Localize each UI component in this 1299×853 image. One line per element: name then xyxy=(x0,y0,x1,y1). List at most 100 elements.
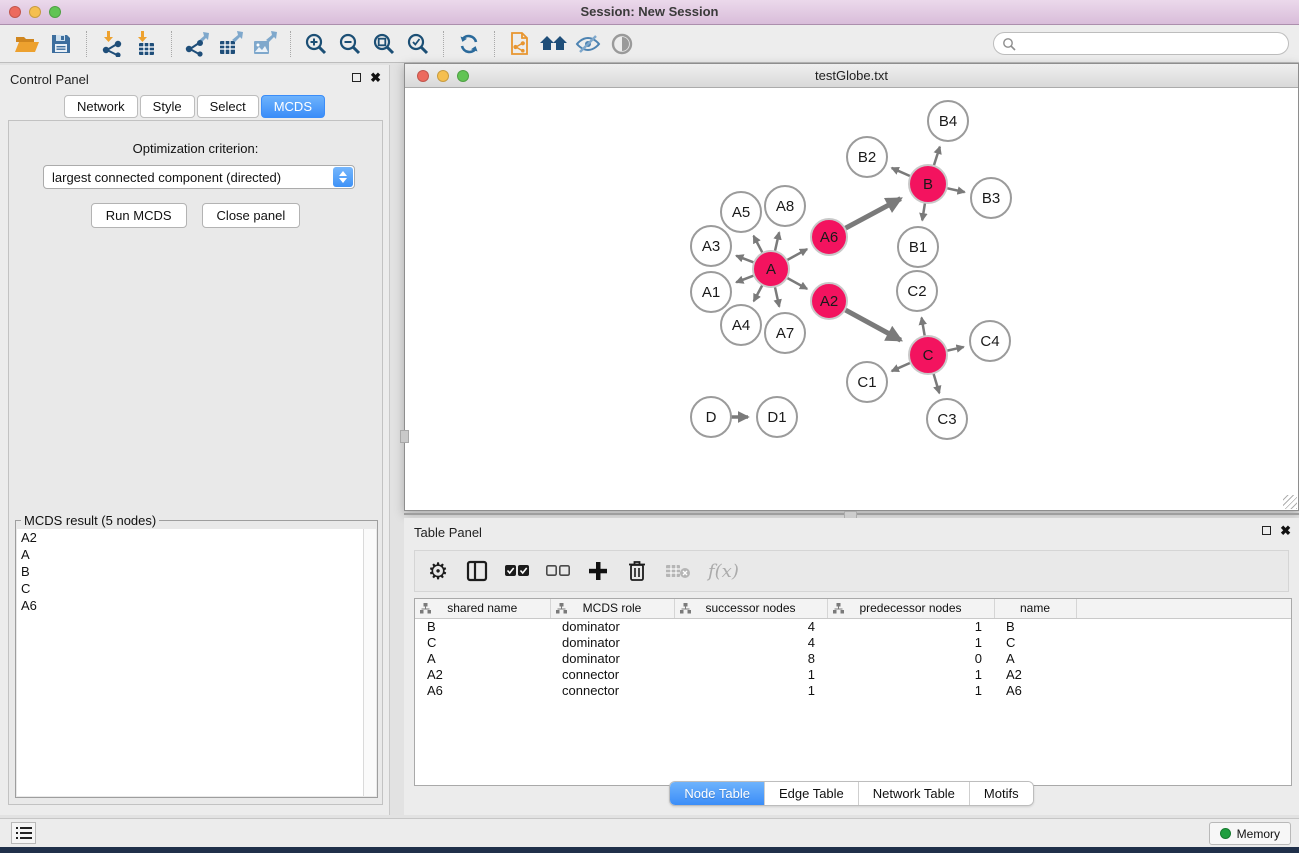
table-cell[interactable]: 1 xyxy=(674,666,827,682)
mcds-result-item[interactable]: C xyxy=(17,580,376,597)
edge-A6-B[interactable] xyxy=(843,199,901,230)
open-session-file-icon[interactable] xyxy=(503,29,537,59)
deselect-all-icon[interactable] xyxy=(546,558,570,584)
mcds-result-item[interactable]: A2 xyxy=(17,529,376,546)
table-cell[interactable]: 1 xyxy=(827,634,994,650)
table-cell[interactable]: A xyxy=(994,650,1076,666)
edge-B-B2[interactable] xyxy=(892,168,913,177)
export-network-icon[interactable] xyxy=(180,29,214,59)
mcds-result-item[interactable]: A6 xyxy=(17,597,376,614)
table-cell[interactable]: B xyxy=(415,618,550,634)
table-cell[interactable]: A2 xyxy=(415,666,550,682)
table-cell[interactable]: dominator xyxy=(550,634,674,650)
add-column-icon[interactable] xyxy=(587,558,609,584)
table-cell[interactable]: 1 xyxy=(827,666,994,682)
mcds-result-item[interactable]: A xyxy=(17,546,376,563)
show-selected-icon[interactable] xyxy=(605,29,639,59)
edge-A-A6[interactable] xyxy=(785,249,807,261)
edge-C-C2[interactable] xyxy=(922,318,926,339)
export-image-icon[interactable] xyxy=(248,29,282,59)
resize-grip[interactable] xyxy=(1283,495,1297,509)
tab-edge-table[interactable]: Edge Table xyxy=(765,782,859,805)
tab-mcds[interactable]: MCDS xyxy=(261,95,325,118)
close-panel-button[interactable]: Close panel xyxy=(202,203,301,228)
edge-B-B3[interactable] xyxy=(945,188,965,192)
edge-A-A3[interactable] xyxy=(736,256,756,264)
table-cell[interactable]: 1 xyxy=(674,682,827,698)
network-canvas[interactable]: B4B2BB3A8A5A6B1A3AC2A1A2A4A7C4CC1C3DD1 xyxy=(405,88,1298,510)
table-row[interactable]: A2connector11A2 xyxy=(415,666,1291,682)
float-table-panel-icon[interactable] xyxy=(1262,526,1271,535)
search-input[interactable] xyxy=(1016,35,1288,53)
table-row[interactable]: A6connector11A6 xyxy=(415,682,1291,698)
mcds-result-item[interactable]: B xyxy=(17,563,376,580)
table-cell[interactable]: A6 xyxy=(994,682,1076,698)
edge-A-A2[interactable] xyxy=(785,277,807,289)
tab-network[interactable]: Network xyxy=(64,95,138,118)
table-cell[interactable]: connector xyxy=(550,666,674,682)
float-panel-icon[interactable] xyxy=(352,73,361,82)
network-window-titlebar[interactable]: testGlobe.txt xyxy=(405,64,1298,88)
table-row[interactable]: Adominator80A xyxy=(415,650,1291,666)
column-header-shared-name[interactable]: shared name xyxy=(415,599,550,618)
zoom-in-icon[interactable] xyxy=(299,29,333,59)
tab-motifs[interactable]: Motifs xyxy=(970,782,1033,805)
show-all-networks-icon[interactable] xyxy=(537,29,571,59)
search-box[interactable] xyxy=(993,32,1289,55)
zoom-out-icon[interactable] xyxy=(333,29,367,59)
edge-A-A8[interactable] xyxy=(774,232,779,253)
table-cell[interactable]: connector xyxy=(550,682,674,698)
tab-style[interactable]: Style xyxy=(140,95,195,118)
table-cell[interactable]: 1 xyxy=(827,618,994,634)
column-header-predecessor-nodes[interactable]: predecessor nodes xyxy=(827,599,994,618)
table-cell[interactable]: dominator xyxy=(550,650,674,666)
refresh-icon[interactable] xyxy=(452,29,486,59)
vertical-splitter-handle[interactable] xyxy=(400,430,409,443)
criterion-select[interactable]: largest connected component (directed) xyxy=(43,165,355,189)
import-table-icon[interactable] xyxy=(129,29,163,59)
table-cell[interactable]: A2 xyxy=(994,666,1076,682)
column-header-MCDS-role[interactable]: MCDS role xyxy=(550,599,674,618)
edge-A-A1[interactable] xyxy=(736,275,756,283)
mcds-list-scrollbar[interactable] xyxy=(363,529,376,796)
tab-node-table[interactable]: Node Table xyxy=(670,782,765,805)
mcds-result-list[interactable]: A2ABCA6 xyxy=(17,529,376,796)
save-icon[interactable] xyxy=(44,29,78,59)
export-table-icon[interactable] xyxy=(214,29,248,59)
column-header-successor-nodes[interactable]: successor nodes xyxy=(674,599,827,618)
table-cell[interactable]: 1 xyxy=(827,682,994,698)
table-options-gear-icon[interactable]: ⚙ xyxy=(427,558,449,584)
run-mcds-button[interactable]: Run MCDS xyxy=(91,203,187,228)
import-network-icon[interactable] xyxy=(95,29,129,59)
table-cell[interactable]: A6 xyxy=(415,682,550,698)
column-header-name[interactable]: name xyxy=(994,599,1076,618)
select-all-icon[interactable] xyxy=(505,558,529,584)
table-cell[interactable]: C xyxy=(994,634,1076,650)
table-row[interactable]: Bdominator41B xyxy=(415,618,1291,634)
table-cell[interactable]: A xyxy=(415,650,550,666)
hide-selected-icon[interactable] xyxy=(571,29,605,59)
table-cell[interactable]: B xyxy=(994,618,1076,634)
task-history-button[interactable] xyxy=(11,822,36,844)
edge-C-C1[interactable] xyxy=(892,362,913,371)
table-cell[interactable]: 8 xyxy=(674,650,827,666)
edge-A-A4[interactable] xyxy=(754,283,764,301)
column-visibility-icon[interactable] xyxy=(466,558,488,584)
table-cell[interactable]: 4 xyxy=(674,618,827,634)
tab-select[interactable]: Select xyxy=(197,95,259,118)
delete-column-trash-icon[interactable] xyxy=(626,558,648,584)
table-row[interactable]: Cdominator41C xyxy=(415,634,1291,650)
tab-network-table[interactable]: Network Table xyxy=(859,782,970,805)
zoom-selected-icon[interactable] xyxy=(401,29,435,59)
close-panel-icon[interactable]: ✖ xyxy=(370,72,381,83)
table-cell[interactable]: C xyxy=(415,634,550,650)
edge-A-A7[interactable] xyxy=(774,285,779,307)
open-icon[interactable] xyxy=(10,29,44,59)
table-cell[interactable]: 0 xyxy=(827,650,994,666)
table-cell[interactable]: 4 xyxy=(674,634,827,650)
node-table[interactable]: shared nameMCDS rolesuccessor nodesprede… xyxy=(414,598,1292,786)
memory-button[interactable]: Memory xyxy=(1209,822,1291,845)
edge-B-B4[interactable] xyxy=(933,147,940,168)
close-table-panel-icon[interactable]: ✖ xyxy=(1280,525,1291,536)
zoom-fit-icon[interactable] xyxy=(367,29,401,59)
